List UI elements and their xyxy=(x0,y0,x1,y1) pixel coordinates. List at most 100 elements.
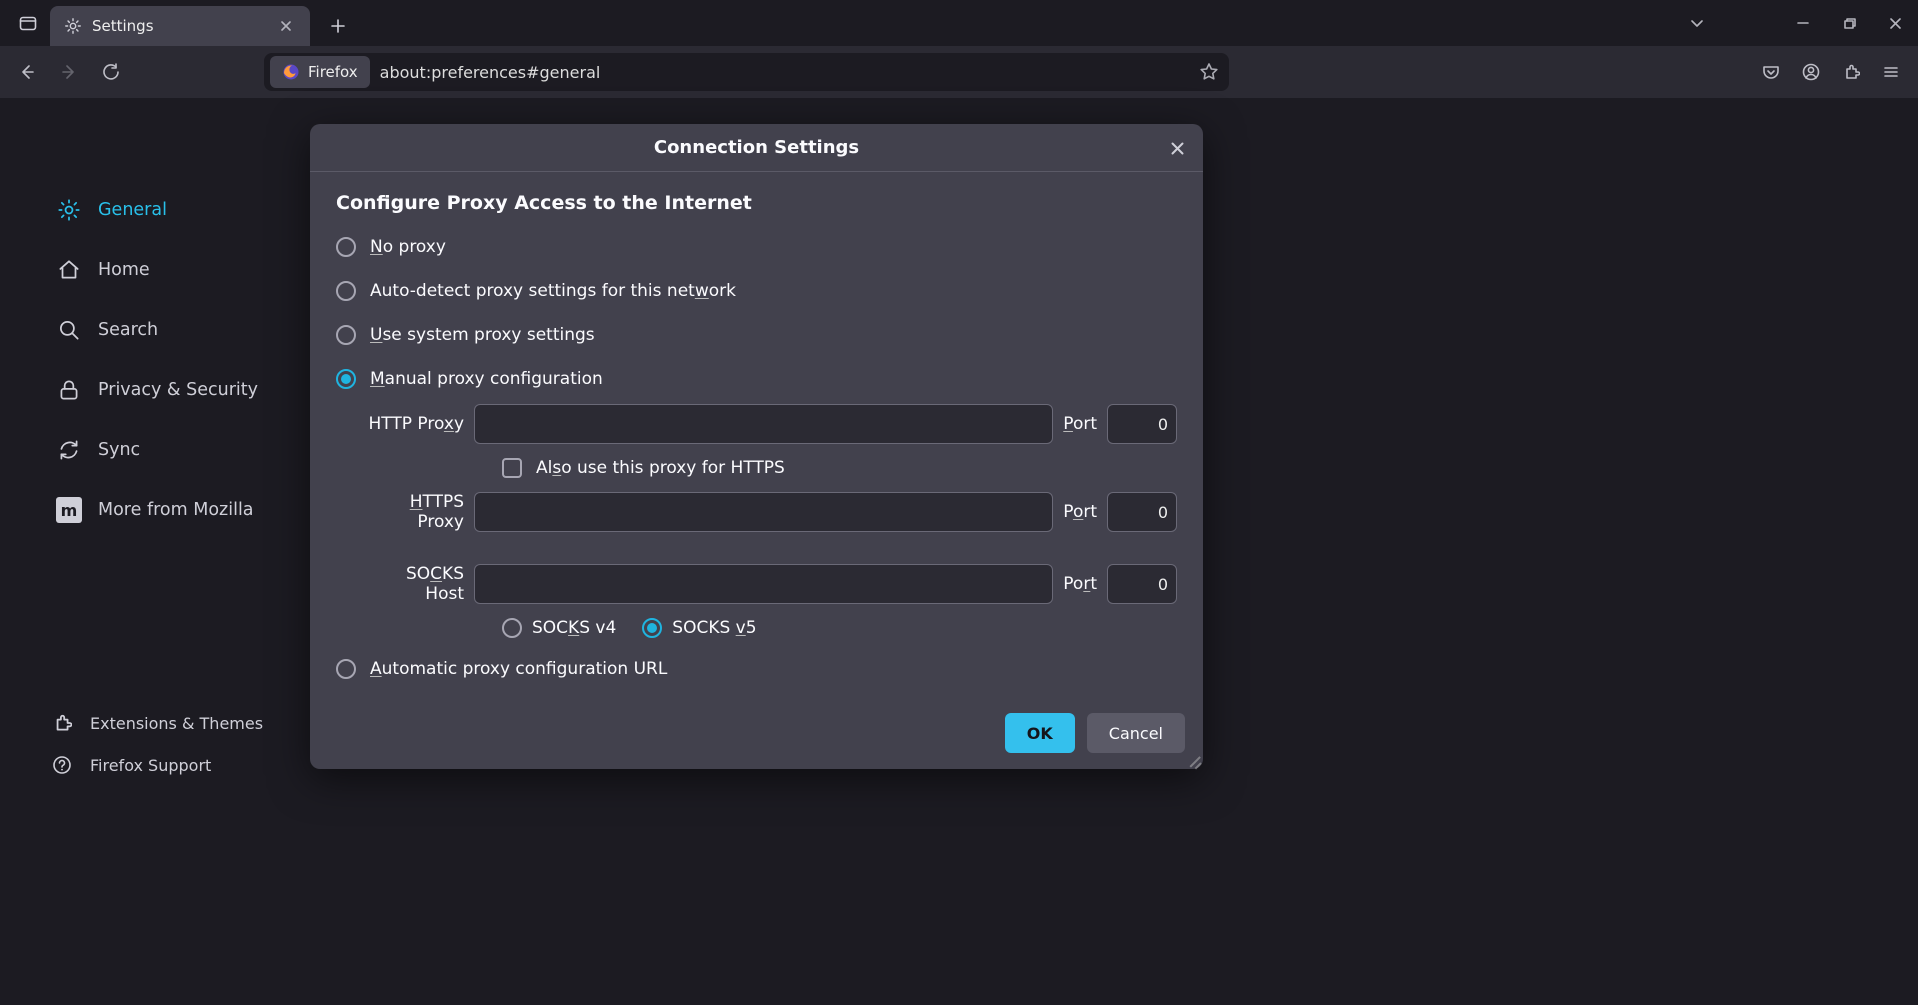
option-label: Manual proxy configuration xyxy=(370,369,603,389)
home-icon xyxy=(56,257,82,283)
category-home[interactable]: Home xyxy=(52,248,292,292)
category-label: General xyxy=(98,200,167,220)
firefox-logo-icon xyxy=(282,63,300,81)
preferences-page: General Home Search Privacy & Security S… xyxy=(0,98,1918,1005)
puzzle-icon xyxy=(1842,63,1860,81)
radio-icon xyxy=(642,618,662,638)
option-label: Auto-detect proxy settings for this netw… xyxy=(370,281,736,301)
https-proxy-label: HTTPS Proxy xyxy=(364,492,464,532)
identity-chip[interactable]: Firefox xyxy=(270,56,370,88)
category-privacy[interactable]: Privacy & Security xyxy=(52,368,292,412)
dialog-header: Connection Settings xyxy=(310,124,1203,172)
option-label: Use system proxy settings xyxy=(370,325,595,345)
dialog-close-button[interactable] xyxy=(1163,134,1191,162)
restore-icon xyxy=(1843,17,1856,30)
radio-icon xyxy=(336,237,356,257)
star-icon xyxy=(1199,62,1219,82)
close-icon xyxy=(1170,141,1185,156)
category-sync[interactable]: Sync xyxy=(52,428,292,472)
sidebar-footer-links: Extensions & Themes Firefox Support xyxy=(52,713,263,775)
link-label: Extensions & Themes xyxy=(90,714,263,733)
identity-label: Firefox xyxy=(308,63,358,81)
tab-settings[interactable]: Settings xyxy=(50,6,310,46)
http-proxy-row: HTTP Proxy Port xyxy=(364,404,1177,444)
firefox-support-link[interactable]: Firefox Support xyxy=(52,755,263,775)
ok-button[interactable]: OK xyxy=(1005,713,1075,753)
radio-icon xyxy=(336,325,356,345)
extensions-button[interactable] xyxy=(1832,53,1870,91)
https-proxy-input[interactable] xyxy=(474,492,1053,532)
lock-icon xyxy=(56,377,82,403)
gear-icon xyxy=(64,17,82,35)
back-button[interactable] xyxy=(8,53,46,91)
titlebar-right xyxy=(1674,3,1918,43)
https-proxy-row: HTTPS Proxy Port xyxy=(364,492,1177,532)
proxy-option-system[interactable]: Use system proxy settings xyxy=(336,316,1177,354)
hamburger-icon xyxy=(1882,63,1900,81)
checkbox-label: Also use this proxy for HTTPS xyxy=(536,458,785,478)
socks-host-input[interactable] xyxy=(474,564,1053,604)
option-label: SOCKS v4 xyxy=(532,618,616,638)
help-icon xyxy=(52,755,72,775)
reload-button[interactable] xyxy=(92,53,130,91)
account-button[interactable] xyxy=(1792,53,1830,91)
list-all-tabs-button[interactable] xyxy=(1674,3,1720,43)
search-icon xyxy=(56,317,82,343)
http-port-input[interactable] xyxy=(1107,404,1177,444)
sync-icon xyxy=(56,437,82,463)
http-proxy-input[interactable] xyxy=(474,404,1053,444)
window-titlebar: Settings xyxy=(0,0,1918,46)
socks-host-label: SOCKS Host xyxy=(364,564,464,604)
proxy-option-no-proxy[interactable]: No proxy xyxy=(336,228,1177,266)
category-more-from-mozilla[interactable]: m More from Mozilla xyxy=(52,488,292,532)
save-to-pocket-button[interactable] xyxy=(1752,53,1790,91)
toolbar-right xyxy=(1752,53,1910,91)
window-minimize-button[interactable] xyxy=(1780,3,1826,43)
close-icon xyxy=(280,20,292,32)
recent-browsing-button[interactable] xyxy=(10,5,46,41)
https-port-input[interactable] xyxy=(1107,492,1177,532)
proxy-option-auto-detect[interactable]: Auto-detect proxy settings for this netw… xyxy=(336,272,1177,310)
socks-version-row: SOCKS v4 SOCKS v5 xyxy=(502,618,1177,638)
connection-settings-dialog: Connection Settings Configure Proxy Acce… xyxy=(310,124,1203,769)
socks-v4-option[interactable]: SOCKS v4 xyxy=(502,618,616,638)
option-label: Automatic proxy configuration URL xyxy=(370,659,667,679)
forward-button[interactable] xyxy=(50,53,88,91)
radio-icon xyxy=(336,281,356,301)
category-label: More from Mozilla xyxy=(98,500,254,520)
dialog-footer: OK Cancel xyxy=(310,713,1203,769)
option-label: SOCKS v5 xyxy=(672,618,756,638)
gear-icon xyxy=(56,197,82,223)
extensions-themes-link[interactable]: Extensions & Themes xyxy=(52,713,263,733)
checkbox-icon xyxy=(502,458,522,478)
socks-port-label: Port xyxy=(1063,574,1097,594)
category-label: Home xyxy=(98,260,150,280)
radio-icon xyxy=(336,369,356,389)
proxy-option-manual[interactable]: Manual proxy configuration xyxy=(336,360,1177,398)
option-label: No proxy xyxy=(370,237,446,257)
window-restore-button[interactable] xyxy=(1826,3,1872,43)
app-menu-button[interactable] xyxy=(1872,53,1910,91)
chevron-down-icon xyxy=(1690,16,1704,30)
category-general[interactable]: General xyxy=(52,188,292,232)
socks-v5-option[interactable]: SOCKS v5 xyxy=(642,618,756,638)
category-search[interactable]: Search xyxy=(52,308,292,352)
arrow-right-icon xyxy=(60,63,78,81)
socks-port-input[interactable] xyxy=(1107,564,1177,604)
tab-close-button[interactable] xyxy=(276,16,296,36)
dialog-title: Connection Settings xyxy=(654,137,859,158)
cancel-button[interactable]: Cancel xyxy=(1087,713,1185,753)
radio-icon xyxy=(336,659,356,679)
dialog-body: Configure Proxy Access to the Internet N… xyxy=(310,172,1203,713)
proxy-option-auto-url[interactable]: Automatic proxy configuration URL xyxy=(336,650,1177,688)
url-bar[interactable]: Firefox about:preferences#general xyxy=(264,53,1229,91)
share-proxy-checkbox-row[interactable]: Also use this proxy for HTTPS xyxy=(502,458,1177,478)
new-tab-button[interactable] xyxy=(320,8,356,44)
dialog-resize-handle[interactable] xyxy=(1185,751,1201,767)
categories-sidebar: General Home Search Privacy & Security S… xyxy=(52,188,292,532)
manual-proxy-fields: HTTP Proxy Port Also use this proxy for … xyxy=(364,404,1177,638)
window-close-button[interactable] xyxy=(1872,3,1918,43)
category-label: Privacy & Security xyxy=(98,380,258,400)
bookmark-star-button[interactable] xyxy=(1199,62,1219,82)
dialog-heading: Configure Proxy Access to the Internet xyxy=(336,192,1177,214)
